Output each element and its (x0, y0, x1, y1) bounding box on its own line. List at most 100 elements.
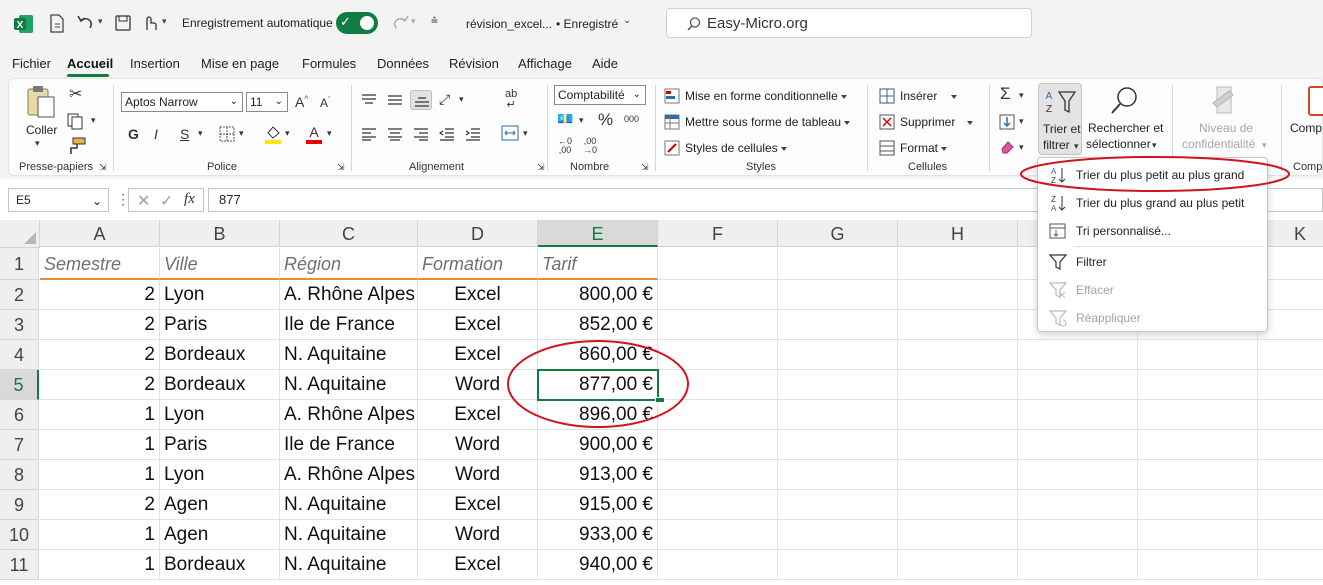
increase-decimal-icon[interactable]: ←0,00 (558, 137, 572, 155)
table-cell[interactable] (658, 520, 778, 550)
thousands-separator-icon[interactable]: 000 (624, 115, 639, 124)
table-cell[interactable] (778, 550, 898, 580)
table-cell[interactable]: Excel (418, 400, 538, 430)
row-header-3[interactable]: 3 (0, 310, 39, 340)
table-cell[interactable]: N. Aquitaine (280, 520, 418, 550)
table-cell[interactable]: Agen (160, 490, 280, 520)
table-cell[interactable]: Excel (418, 340, 538, 370)
fill-dropdown-icon[interactable]: ▾ (1019, 117, 1024, 126)
table-cell[interactable] (778, 520, 898, 550)
tab-affichage[interactable]: Affichage (518, 56, 572, 71)
find-select-icon[interactable] (1109, 85, 1141, 117)
font-color-dropdown-icon[interactable]: ▾ (327, 129, 332, 138)
table-cell[interactable]: Bordeaux (160, 340, 280, 370)
paste-label[interactable]: Coller (26, 123, 57, 137)
table-cell[interactable]: N. Aquitaine (280, 490, 418, 520)
table-cell[interactable] (778, 430, 898, 460)
tab-formules[interactable]: Formules (302, 56, 356, 71)
wrap-text-icon[interactable]: ab ↵ (505, 89, 517, 111)
table-cell[interactable]: 900,00 € (538, 430, 658, 460)
table-cell[interactable] (898, 370, 1018, 400)
sort-filter-button[interactable]: A Z Trier et filtrer ▾ (1038, 83, 1082, 155)
table-cell[interactable] (1138, 400, 1258, 430)
cell-styles-button[interactable]: Styles de cellules (685, 141, 787, 155)
table-cell[interactable] (658, 400, 778, 430)
table-cell[interactable]: Lyon (160, 460, 280, 490)
clear-icon[interactable] (999, 139, 1015, 155)
autosum-dropdown-icon[interactable]: ▾ (1019, 91, 1024, 100)
delete-cells-icon[interactable] (879, 114, 895, 130)
table-cell[interactable]: 2 (40, 340, 160, 370)
quick-access-more-icon[interactable]: ⩮ (431, 13, 438, 28)
orientation-icon[interactable]: ⤢ (439, 92, 450, 106)
table-cell[interactable] (1258, 460, 1323, 490)
table-cell[interactable]: 896,00 € (538, 400, 658, 430)
table-cell[interactable]: 860,00 € (538, 340, 658, 370)
decrease-decimal-icon[interactable]: ,00 →0 (583, 137, 597, 155)
bold-button[interactable]: G (128, 127, 139, 141)
format-cells-icon[interactable] (879, 140, 895, 156)
merge-center-icon[interactable] (501, 125, 519, 141)
copy-dropdown-icon[interactable]: ▾ (91, 116, 96, 125)
table-cell[interactable] (1258, 490, 1323, 520)
header-cell[interactable] (898, 248, 1018, 280)
menu-item-sort-ascending[interactable]: AZ Trier du plus petit au plus grand (1038, 162, 1267, 188)
table-cell[interactable] (658, 280, 778, 310)
tab-mise-en-page[interactable]: Mise en page (201, 56, 279, 71)
align-middle-icon[interactable] (387, 93, 403, 107)
table-cell[interactable]: Ile de France (280, 310, 418, 340)
table-cell[interactable]: 913,00 € (538, 460, 658, 490)
autosum-icon[interactable]: Σ (1000, 85, 1011, 102)
conditional-format-icon[interactable] (664, 88, 680, 104)
table-cell[interactable] (1138, 550, 1258, 580)
table-cell[interactable]: 2 (40, 490, 160, 520)
table-cell[interactable] (658, 430, 778, 460)
table-cell[interactable] (898, 280, 1018, 310)
header-cell[interactable]: Formation (418, 248, 538, 280)
table-cell[interactable] (898, 490, 1018, 520)
save-icon[interactable] (114, 14, 132, 32)
header-cell[interactable] (658, 248, 778, 280)
find-select-label-line1[interactable]: Rechercher et (1088, 121, 1163, 135)
table-cell[interactable] (1138, 430, 1258, 460)
font-size-select[interactable]: 11 ⌄ (246, 92, 288, 112)
column-header-h[interactable]: H (898, 220, 1018, 247)
table-cell[interactable]: A. Rhône Alpes (280, 280, 418, 310)
save-status[interactable]: • Enregistré (556, 17, 618, 31)
paste-dropdown-icon[interactable]: ▾ (35, 139, 40, 148)
table-cell[interactable] (898, 400, 1018, 430)
column-header-e[interactable]: E (538, 220, 658, 247)
table-cell[interactable] (658, 490, 778, 520)
tab-donnees[interactable]: Données (377, 56, 429, 71)
tab-aide[interactable]: Aide (592, 56, 618, 71)
table-cell[interactable]: 915,00 € (538, 490, 658, 520)
table-cell[interactable] (1258, 550, 1323, 580)
table-cell[interactable]: Paris (160, 430, 280, 460)
font-launcher-icon[interactable]: ⇲ (337, 163, 345, 172)
table-cell[interactable]: Excel (418, 310, 538, 340)
redo-dropdown-icon[interactable]: ▾ (411, 16, 416, 27)
conditional-format-button[interactable]: Mise en forme conditionnelle (685, 89, 847, 103)
row-header-11[interactable]: 11 (0, 550, 39, 580)
table-cell[interactable]: Word (418, 370, 538, 400)
table-cell[interactable] (778, 370, 898, 400)
table-cell[interactable]: A. Rhône Alpes (280, 460, 418, 490)
row-header-9[interactable]: 9 (0, 490, 39, 520)
table-cell[interactable]: 1 (40, 460, 160, 490)
increase-indent-icon[interactable] (465, 127, 481, 141)
table-cell[interactable] (1258, 340, 1323, 370)
table-cell[interactable]: 2 (40, 310, 160, 340)
customize-toolbar-icon[interactable]: ▾ (162, 16, 167, 27)
table-cell[interactable] (1138, 520, 1258, 550)
table-cell[interactable]: Bordeaux (160, 550, 280, 580)
column-header-c[interactable]: C (280, 220, 418, 247)
table-cell[interactable]: Excel (418, 550, 538, 580)
table-cell[interactable] (1018, 460, 1138, 490)
fill-color-icon[interactable] (264, 124, 282, 144)
align-left-icon[interactable] (361, 127, 377, 141)
save-status-chevron-icon[interactable]: ⌄ (623, 15, 631, 26)
column-header-g[interactable]: G (778, 220, 898, 247)
file-icon[interactable] (48, 14, 66, 34)
find-select-label-line2[interactable]: sélectionner (1086, 137, 1151, 151)
undo-dropdown-icon[interactable]: ▾ (98, 16, 103, 27)
